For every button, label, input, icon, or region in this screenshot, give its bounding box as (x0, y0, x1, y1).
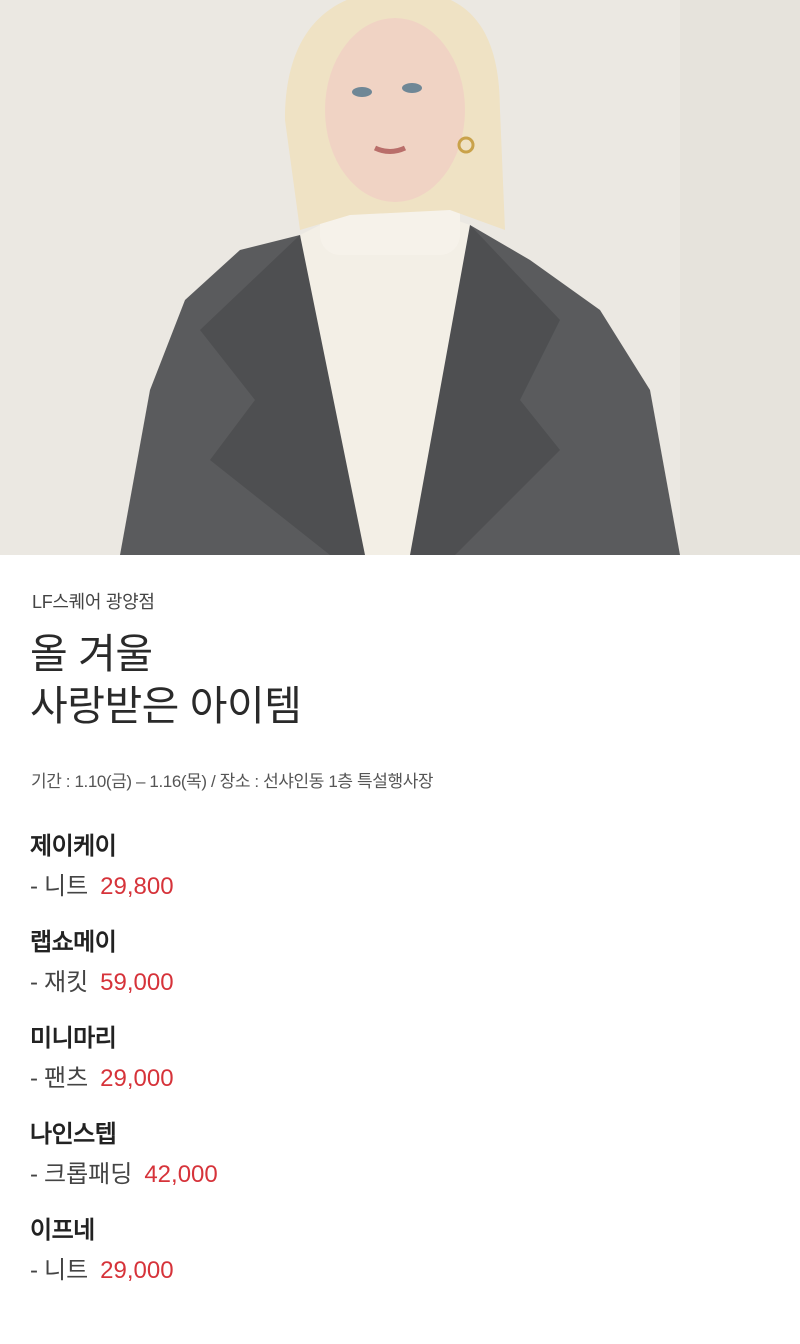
list-item: 이프네 - 니트 29,000 (30, 1210, 770, 1306)
product-line: - 재킷 59,000 (30, 962, 174, 997)
product-line: - 팬츠 29,000 (30, 1058, 174, 1093)
brand-name: 나인스텝 (30, 1121, 117, 1148)
product-name: 니트 (44, 1257, 89, 1284)
event-period: 기간 : 1.10(금) – 1.16(목) / 장소 : 선샤인동 1층 특설… (31, 772, 434, 791)
product-name: 니트 (44, 873, 89, 900)
list-item: 제이케이 - 니트 29,800 (30, 826, 770, 922)
store-name: LF스퀘어 광양점 (32, 592, 155, 612)
model-photo-illustration (0, 0, 800, 555)
product-name: 크롭패딩 (44, 1161, 133, 1188)
dash: - (30, 1065, 38, 1092)
list-item: 나인스텝 - 크롭패딩 42,000 (30, 1114, 770, 1210)
product-name: 재킷 (44, 969, 89, 996)
brand-name: 이프네 (30, 1217, 95, 1244)
product-name: 팬츠 (44, 1065, 89, 1092)
item-list: 제이케이 - 니트 29,800 랩쇼메이 - 재킷 59,000 미니마리 - 팬츠 29… (30, 826, 770, 1306)
dash: - (30, 873, 38, 900)
list-item: 미니마리 - 팬츠 29,000 (30, 1018, 770, 1114)
page-title: 올 겨울 사랑받은 아이템 (30, 628, 302, 732)
dash: - (30, 1161, 38, 1188)
dash: - (30, 969, 38, 996)
dash: - (30, 1257, 38, 1284)
product-line: - 니트 29,800 (30, 866, 174, 901)
brand-name: 제이케이 (30, 833, 117, 860)
hero-image (0, 0, 800, 555)
product-line: - 니트 29,000 (30, 1250, 174, 1285)
price: 29,000 (100, 1257, 174, 1284)
price: 29,800 (100, 873, 174, 900)
price: 42,000 (144, 1161, 218, 1188)
headline-line-1: 올 겨울 (30, 631, 153, 677)
headline-line-2: 사랑받은 아이템 (30, 683, 302, 729)
brand-name: 미니마리 (30, 1025, 117, 1052)
product-line: - 크롭패딩 42,000 (30, 1154, 218, 1189)
brand-name: 랩쇼메이 (30, 929, 117, 956)
price: 59,000 (100, 969, 174, 996)
price: 29,000 (100, 1065, 174, 1092)
list-item: 랩쇼메이 - 재킷 59,000 (30, 922, 770, 1018)
